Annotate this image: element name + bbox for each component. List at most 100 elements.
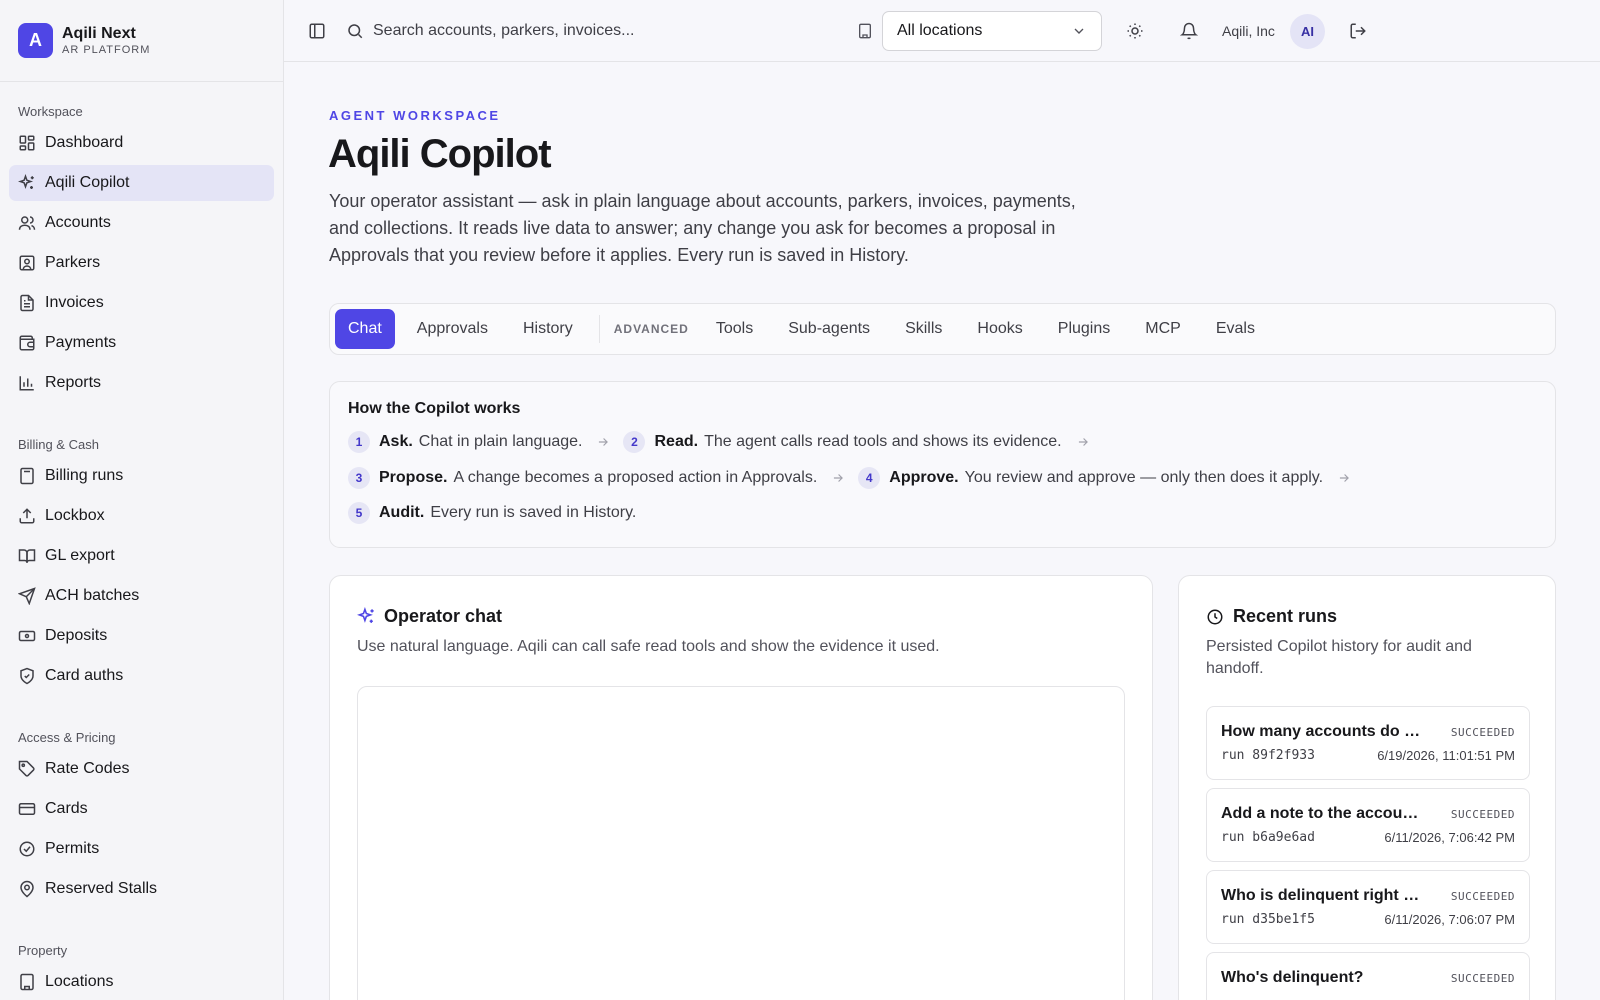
sidebar-item-reserved-stalls[interactable]: Reserved Stalls bbox=[9, 871, 274, 907]
log-out-icon bbox=[1350, 23, 1366, 39]
step-text: Every run is saved in History. bbox=[430, 504, 637, 521]
tab-evals[interactable]: Evals bbox=[1203, 309, 1268, 349]
arrow-right-icon bbox=[599, 438, 609, 446]
sidebar-item-accounts[interactable]: Accounts bbox=[9, 205, 274, 241]
sidebar-item-dashboard[interactable]: Dashboard bbox=[9, 125, 274, 161]
sidebar-item-label: Aqili Copilot bbox=[45, 174, 130, 191]
run-status-badge: SUCCEEDED bbox=[1450, 971, 1515, 985]
sparkles-icon bbox=[18, 174, 34, 190]
shield-icon bbox=[20, 667, 34, 685]
tab-tools[interactable]: Tools bbox=[703, 309, 766, 349]
tab-chat[interactable]: Chat bbox=[335, 309, 395, 349]
sidebar-item-reports[interactable]: Reports bbox=[9, 365, 274, 401]
tab-sub-agents[interactable]: Sub-agents bbox=[775, 309, 883, 349]
sidebar-item-locations[interactable]: Locations bbox=[9, 964, 274, 1000]
sidebar-item-aqili-copilot[interactable]: Aqili Copilot bbox=[9, 165, 274, 201]
run-item[interactable]: How many accounts do we have? SUCCEEDED … bbox=[1206, 706, 1530, 780]
sidebar-item-permits[interactable]: Permits bbox=[9, 831, 274, 867]
run-status-badge: SUCCEEDED bbox=[1450, 889, 1515, 903]
nav-section-property: Property Locations bbox=[0, 928, 283, 1000]
sidebar-item-cards[interactable]: Cards bbox=[9, 791, 274, 827]
sidebar-item-lockbox[interactable]: Lockbox bbox=[9, 498, 274, 534]
sidebar-item-label: Reserved Stalls bbox=[45, 880, 158, 897]
chat-card-description: Use natural language. Aqili can call saf… bbox=[357, 638, 940, 655]
sidebar-item-payments[interactable]: Payments bbox=[9, 325, 274, 361]
nav-heading: Access & Pricing bbox=[18, 730, 116, 745]
step-read: 2 Read. The agent calls read tools and s… bbox=[623, 431, 1062, 453]
sidebar-item-label: Dashboard bbox=[45, 134, 124, 151]
org-name: Aqili, Inc bbox=[1222, 20, 1275, 42]
arrow-right-icon bbox=[1339, 473, 1349, 482]
chat-card-header: Operator chat bbox=[357, 606, 502, 627]
banknote-icon bbox=[18, 630, 36, 642]
step-ask: 1 Ask. Chat in plain language. bbox=[348, 431, 582, 453]
run-item[interactable]: Add a note to the account ... SUCCEEDED … bbox=[1206, 788, 1530, 862]
chat-transcript[interactable] bbox=[357, 686, 1125, 1000]
theme-toggle-button[interactable] bbox=[1124, 20, 1146, 42]
step-number: 2 bbox=[623, 431, 646, 453]
location-select-value: All locations bbox=[897, 22, 983, 39]
sidebar-item-label: Reports bbox=[45, 374, 102, 391]
topbar: Search accounts, parkers, invoices... Al… bbox=[284, 0, 1600, 62]
run-id: run 89f2f933 bbox=[1221, 747, 1315, 763]
sidebar-item-gl-export[interactable]: GL export bbox=[9, 538, 274, 574]
run-timestamp: 6/19/2026, 11:01:51 PM bbox=[1377, 747, 1515, 763]
sidebar-item-label: Billing runs bbox=[45, 467, 124, 484]
dashboard-icon bbox=[19, 135, 35, 151]
step-name: Propose. bbox=[379, 468, 448, 486]
workspace-tabs: Chat Approvals History ADVANCED Tools Su… bbox=[329, 303, 1556, 355]
sidebar-item-rate-codes[interactable]: Rate Codes bbox=[9, 751, 274, 787]
sidebar-item-label: Deposits bbox=[45, 627, 108, 644]
sidebar-item-billing-runs[interactable]: Billing runs bbox=[9, 458, 274, 494]
step-approve: 4 Approve. You review and approve — only… bbox=[858, 466, 1323, 489]
sidebar-item-deposits[interactable]: Deposits bbox=[9, 618, 274, 654]
how-it-works-panel: How the Copilot works 1 Ask. Chat in pla… bbox=[329, 381, 1556, 548]
sidebar-item-parkers[interactable]: Parkers bbox=[9, 245, 274, 281]
sidebar-item-label: Rate Codes bbox=[45, 760, 130, 777]
tab-hooks[interactable]: Hooks bbox=[964, 309, 1035, 349]
steps-row: 3 Propose. A change becomes a proposed a… bbox=[348, 466, 1537, 489]
notifications-button[interactable] bbox=[1178, 20, 1200, 42]
run-item[interactable]: Who is delinquent right now? SUCCEEDED r… bbox=[1206, 870, 1530, 944]
tab-approvals[interactable]: Approvals bbox=[404, 309, 501, 349]
nav-heading: Billing & Cash bbox=[18, 437, 99, 452]
search-input[interactable]: Search accounts, parkers, invoices... bbox=[373, 22, 634, 40]
arrow-right-icon bbox=[834, 473, 844, 482]
run-id: run b6a9e6ad bbox=[1221, 829, 1315, 845]
tab-group-label: ADVANCED bbox=[613, 322, 689, 336]
sidebar-item-card-auths[interactable]: Card auths bbox=[9, 658, 274, 694]
sign-out-button[interactable] bbox=[1347, 20, 1369, 42]
brand-logo: A bbox=[18, 23, 53, 58]
location-select[interactable]: All locations bbox=[882, 11, 1102, 51]
run-status-badge: SUCCEEDED bbox=[1450, 807, 1515, 821]
tab-plugins[interactable]: Plugins bbox=[1045, 309, 1123, 349]
nav-heading: Property bbox=[18, 943, 68, 958]
run-item[interactable]: Who's delinquent? SUCCEEDED bbox=[1206, 952, 1530, 1000]
sidebar: A Aqili Next AR PLATFORM Workspace Dashb… bbox=[0, 0, 284, 1000]
clock-icon bbox=[1207, 609, 1223, 624]
tab-history[interactable]: History bbox=[510, 309, 586, 349]
step-number: 1 bbox=[348, 431, 370, 453]
step-name: Ask. bbox=[379, 433, 413, 450]
run-question: Who's delinquent? bbox=[1221, 969, 1364, 986]
search[interactable]: Search accounts, parkers, invoices... bbox=[346, 18, 634, 44]
step-text: A change becomes a proposed action in Ap… bbox=[453, 468, 818, 486]
recent-runs-card: Recent runs Persisted Copilot history fo… bbox=[1178, 575, 1556, 1000]
sun-icon bbox=[1127, 23, 1143, 39]
sidebar-item-invoices[interactable]: Invoices bbox=[9, 285, 274, 321]
sidebar-item-label: ACH batches bbox=[45, 587, 140, 604]
brand[interactable]: A Aqili Next AR PLATFORM bbox=[0, 0, 283, 82]
step-propose: 3 Propose. A change becomes a proposed a… bbox=[348, 466, 818, 489]
tab-skills[interactable]: Skills bbox=[892, 309, 955, 349]
tab-mcp[interactable]: MCP bbox=[1132, 309, 1194, 349]
avatar[interactable]: AI bbox=[1290, 14, 1325, 49]
send-icon bbox=[18, 587, 36, 605]
run-question: Add a note to the account ... bbox=[1221, 805, 1426, 822]
sidebar-item-label: Invoices bbox=[45, 294, 104, 311]
sidebar-item-label: Parkers bbox=[45, 254, 101, 271]
bell-icon bbox=[1180, 22, 1198, 40]
bar-chart-icon bbox=[19, 376, 34, 391]
sidebar-toggle-button[interactable] bbox=[306, 20, 328, 42]
panel-left-icon bbox=[309, 23, 325, 39]
sidebar-item-ach-batches[interactable]: ACH batches bbox=[9, 578, 274, 614]
